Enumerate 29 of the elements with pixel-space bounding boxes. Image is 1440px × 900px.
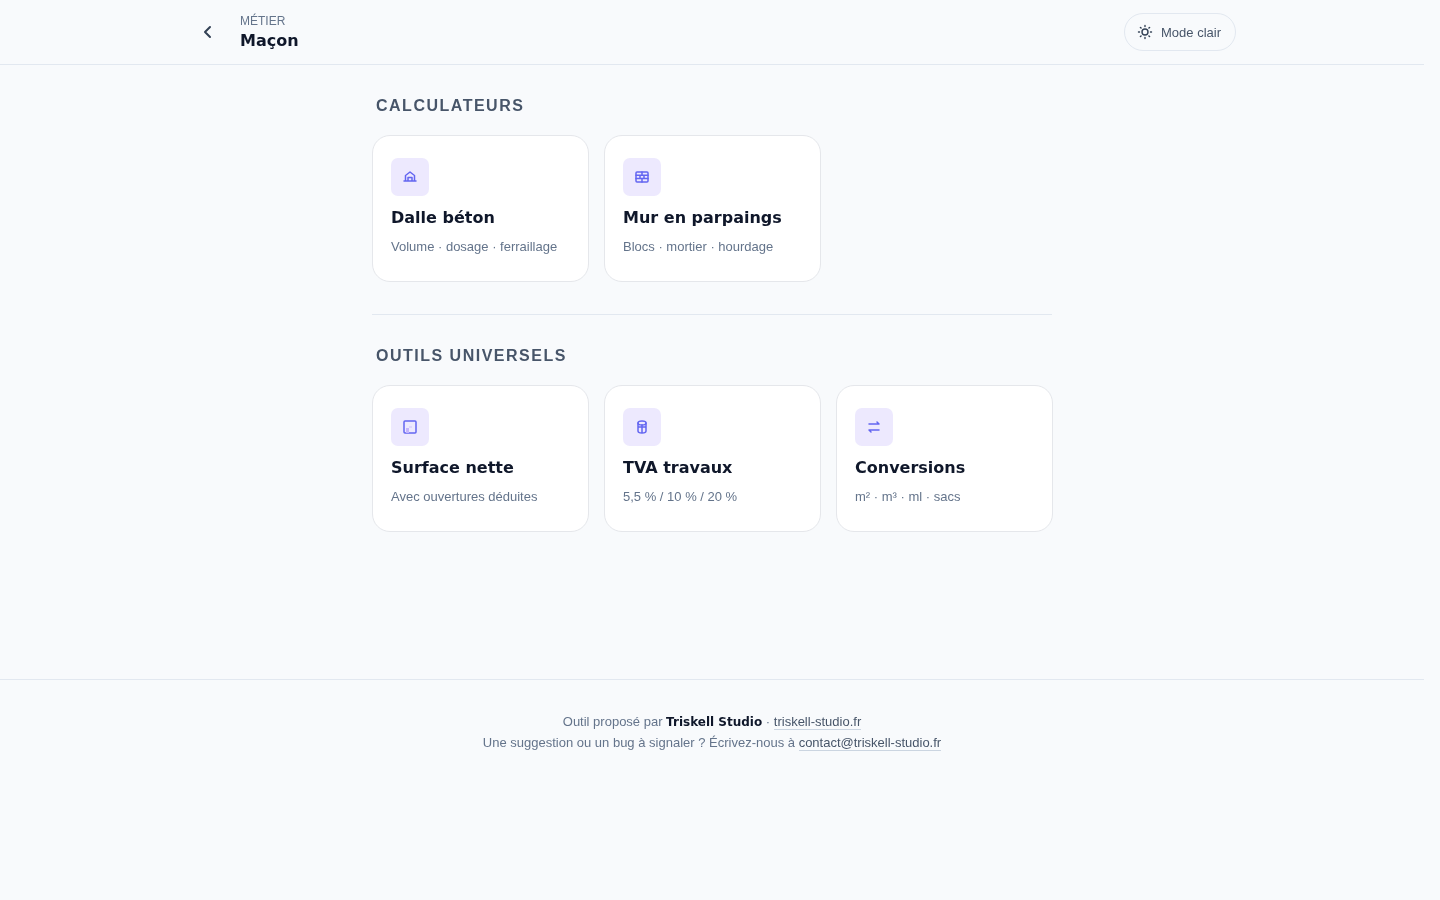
tool-card[interactable]: Surface nette Avec ouvertures déduites [372,385,589,532]
tool-card[interactable]: Dalle béton Volume · dosage · ferraillage [372,135,589,282]
card-title: Mur en parpaings [623,208,782,227]
footer-text: Outil proposé par Triskell Studio · triskell-studio.fr [562,714,862,729]
tool-card[interactable]: Conversions m² · m³ · ml · sacs [836,385,1053,532]
swap-icon [865,418,883,436]
card-subtitle: Avec ouvertures déduites [391,489,538,504]
section-title: CALCULATEURS [376,97,526,115]
card-title: Dalle béton [391,208,495,227]
card-subtitle: 5,5 % / 10 % / 20 % [623,489,738,504]
card-subtitle: Blocs · mortier · hourdage [623,239,774,254]
bricks-icon [633,168,651,186]
eyebrow-label: MÉTIER [240,14,287,28]
tool-card[interactable]: TVA travaux 5,5 % / 10 % / 20 % [604,385,821,532]
footer-link[interactable]: contact@triskell-studio.fr [798,735,942,751]
card-title: TVA travaux [623,458,733,477]
card-title: Surface nette [391,458,514,477]
back-chevron-icon [203,24,213,40]
page-title: Maçon [240,31,300,50]
card-subtitle: m² · m³ · ml · sacs [855,489,961,504]
theme-toggle-button[interactable]: Mode clair [1124,13,1236,51]
footer-link[interactable]: triskell-studio.fr [773,714,862,730]
footer-text: Une suggestion ou un bug à signaler ? Écrivez-nous à contact@triskell-studio.fr [482,735,942,750]
card-subtitle: Volume · dosage · ferraillage [391,239,558,254]
square-icon [401,418,419,436]
sun-icon [1137,24,1154,40]
section-title: OUTILS UNIVERSELS [376,347,568,365]
tool-card[interactable]: Mur en parpaings Blocs · mortier · hourdage [604,135,821,282]
card-title: Conversions [855,458,966,477]
